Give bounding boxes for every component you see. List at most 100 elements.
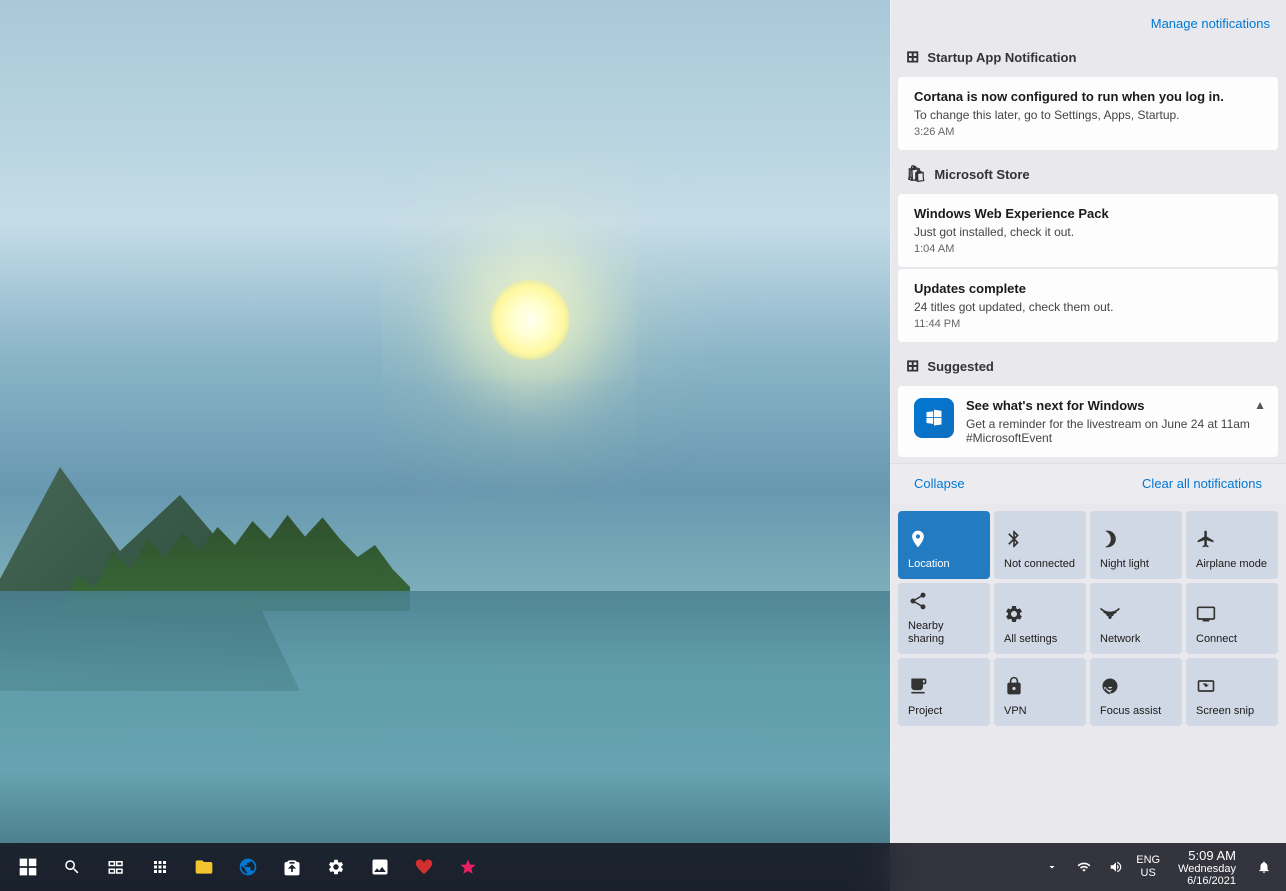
notification-bell-icon[interactable]	[1250, 851, 1278, 883]
task-view-button[interactable]	[96, 847, 136, 887]
system-tray	[1038, 851, 1130, 883]
search-button[interactable]	[52, 847, 92, 887]
focus-label: Focus assist	[1100, 705, 1172, 718]
startup-group-icon: ⊞	[906, 47, 919, 67]
quick-tile-nearby[interactable]: Nearby sharing	[898, 583, 990, 654]
vpn-label: VPN	[1004, 705, 1076, 718]
taskbar: ENG US 5:09 AM Wednesday 6/16/2021	[0, 843, 1286, 891]
clock-date-line1: Wednesday	[1178, 863, 1236, 875]
settings-button[interactable]	[316, 847, 356, 887]
lang-code: ENG	[1136, 854, 1160, 867]
airplane-icon	[1196, 529, 1268, 554]
widgets-button[interactable]	[140, 847, 180, 887]
quick-tile-connect[interactable]: Connect	[1186, 583, 1278, 654]
screen-snip-icon	[1196, 676, 1268, 701]
notif-time-cortana: 3:26 AM	[914, 126, 1262, 138]
suggested-group-icon: ⊞	[906, 356, 919, 376]
connect-icon	[1196, 604, 1268, 629]
manage-notifications-link[interactable]: Manage notifications	[1151, 16, 1270, 31]
quick-tile-focus[interactable]: Focus assist	[1090, 658, 1182, 726]
bluetooth-label: Not connected	[1004, 558, 1076, 571]
notif-title-webexperience: Windows Web Experience Pack	[914, 206, 1262, 221]
vpn-icon	[1004, 676, 1076, 701]
file-explorer-button[interactable]	[184, 847, 224, 887]
nightlight-icon	[1100, 529, 1172, 554]
clock-date-line2: 6/16/2021	[1187, 875, 1236, 887]
clock-time: 5:09 AM	[1188, 848, 1236, 863]
notif-time-webexperience: 1:04 AM	[914, 243, 1262, 255]
quick-tile-network[interactable]: Network	[1090, 583, 1182, 654]
network-icon	[1100, 604, 1172, 629]
notification-card-cortana[interactable]: Cortana is now configured to run when yo…	[898, 77, 1278, 150]
nearby-label: Nearby sharing	[908, 620, 980, 646]
msstore-group-title: Microsoft Store	[934, 167, 1029, 182]
taskbar-right: ENG US 5:09 AM Wednesday 6/16/2021	[1038, 848, 1278, 887]
quick-tile-settings[interactable]: All settings	[994, 583, 1086, 654]
group-header-suggested: ⊞ Suggested	[890, 348, 1286, 384]
edge-button[interactable]	[228, 847, 268, 887]
suggested-group-title: Suggested	[927, 359, 993, 374]
clear-all-button[interactable]: Clear all notifications	[1134, 472, 1270, 495]
group-header-msstore: 🛍 Microsoft Store	[890, 156, 1286, 192]
project-label: Project	[908, 705, 980, 718]
panel-header: Manage notifications	[890, 0, 1286, 39]
nightlight-label: Night light	[1100, 558, 1172, 571]
msstore-group-icon: 🛍	[906, 164, 926, 184]
network-label: Network	[1100, 633, 1172, 646]
notif-title-cortana: Cortana is now configured to run when yo…	[914, 89, 1262, 104]
notif-title-updates: Updates complete	[914, 281, 1262, 296]
photos-button[interactable]	[360, 847, 400, 887]
all-settings-label: All settings	[1004, 633, 1076, 646]
location-label: Location	[908, 558, 980, 571]
suggested-body-windows: Get a reminder for the livestream on Jun…	[966, 417, 1262, 445]
notification-group-msstore: 🛍 Microsoft Store Windows Web Experience…	[890, 156, 1286, 344]
focus-assist-icon	[1100, 676, 1172, 701]
notif-body-cortana: To change this later, go to Settings, Ap…	[914, 108, 1262, 122]
candy-crush-button[interactable]	[448, 847, 488, 887]
notification-group-suggested: ⊞ Suggested See what's next for Windows …	[890, 348, 1286, 459]
taskbar-apps	[8, 847, 488, 887]
action-bar: Collapse Clear all notifications	[890, 463, 1286, 503]
connect-label: Connect	[1196, 633, 1268, 646]
nearby-sharing-icon	[908, 591, 980, 616]
quick-tile-location[interactable]: Location	[898, 511, 990, 579]
quick-tile-nightlight[interactable]: Night light	[1090, 511, 1182, 579]
hidden-icons-button[interactable]	[1038, 851, 1066, 883]
solitaire-button[interactable]	[404, 847, 444, 887]
notification-card-updates[interactable]: Updates complete 24 titles got updated, …	[898, 269, 1278, 342]
screensnip-label: Screen snip	[1196, 705, 1268, 718]
notif-time-updates: 11:44 PM	[914, 318, 1262, 330]
sound-tray-icon[interactable]	[1102, 851, 1130, 883]
desktop-wallpaper	[0, 0, 891, 891]
notif-body-updates: 24 titles got updated, check them out.	[914, 300, 1262, 314]
suggested-content-windows: See what's next for Windows Get a remind…	[966, 398, 1262, 445]
suggested-title-windows: See what's next for Windows	[966, 398, 1262, 413]
collapse-button[interactable]: Collapse	[906, 472, 973, 495]
notif-body-webexperience: Just got installed, check it out.	[914, 225, 1262, 239]
bluetooth-icon	[1004, 529, 1076, 554]
clock-area[interactable]: 5:09 AM Wednesday 6/16/2021	[1170, 848, 1244, 887]
suggested-item-windows[interactable]: See what's next for Windows Get a remind…	[898, 386, 1278, 457]
project-icon	[908, 676, 980, 701]
suggested-logo-windows	[914, 398, 954, 438]
quick-tile-bluetooth[interactable]: Not connected	[994, 511, 1086, 579]
quick-tile-screensnip[interactable]: Screen snip	[1186, 658, 1278, 726]
collapse-chevron-icon: ▲	[1254, 398, 1266, 412]
start-button[interactable]	[8, 847, 48, 887]
quick-tile-airplane[interactable]: Airplane mode	[1186, 511, 1278, 579]
quick-tile-project[interactable]: Project	[898, 658, 990, 726]
quick-tile-vpn[interactable]: VPN	[994, 658, 1086, 726]
location-icon	[908, 529, 980, 554]
sun-shape	[490, 280, 570, 360]
lang-region: US	[1141, 867, 1156, 880]
notification-group-startup: ⊞ Startup App Notification Cortana is no…	[890, 39, 1286, 152]
store-button[interactable]	[272, 847, 312, 887]
quick-actions-grid: Location Not connected Night light	[890, 503, 1286, 734]
language-indicator[interactable]: ENG US	[1136, 854, 1160, 880]
notification-card-webexperience[interactable]: Windows Web Experience Pack Just got ins…	[898, 194, 1278, 267]
startup-group-title: Startup App Notification	[927, 50, 1076, 65]
group-header-startup: ⊞ Startup App Notification	[890, 39, 1286, 75]
all-settings-icon	[1004, 604, 1076, 629]
network-tray-icon[interactable]	[1070, 851, 1098, 883]
airplane-label: Airplane mode	[1196, 558, 1268, 571]
